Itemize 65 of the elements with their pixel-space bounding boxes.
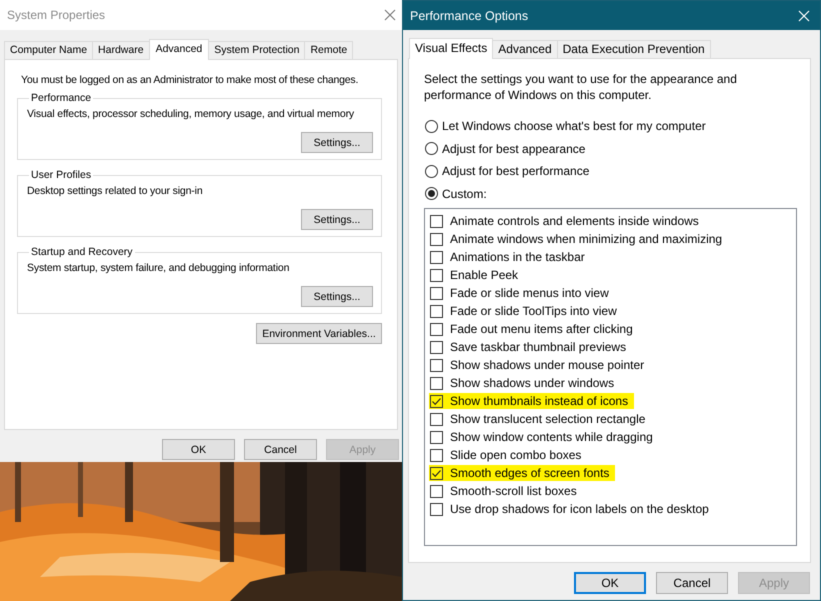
checkbox[interactable] (430, 286, 443, 300)
dialog-button[interactable]: OK (162, 439, 235, 460)
window-title: Performance Options (410, 8, 528, 22)
radio-button[interactable] (425, 142, 438, 156)
tab[interactable]: Remote (304, 41, 354, 59)
checkbox[interactable] (430, 304, 443, 318)
settings-button[interactable]: Settings... (301, 209, 373, 230)
effect-label: Show shadows under mouse pointer (450, 358, 644, 372)
close-icon[interactable] (384, 9, 396, 21)
description-text: Select the settings you want to use for the appearance and performance of Windows on this computer. (424, 71, 738, 104)
effect-label: Show translucent selection rectangle (450, 412, 646, 426)
radio-label: Adjust for best performance (442, 164, 590, 178)
checkbox[interactable] (430, 430, 443, 444)
tab[interactable]: Advanced (148, 39, 210, 60)
checkbox[interactable] (430, 412, 443, 426)
checkbox[interactable] (430, 484, 443, 498)
checkbox[interactable] (430, 268, 443, 282)
effect-label: Fade or slide ToolTips into view (450, 304, 617, 318)
radio-label: Custom: (442, 186, 487, 201)
group-title: User Profiles (30, 169, 92, 181)
checkbox[interactable] (430, 214, 443, 228)
effect-label: Save taskbar thumbnail previews (450, 340, 626, 354)
settings-button[interactable]: Settings... (301, 132, 373, 153)
checkbox[interactable] (430, 232, 443, 246)
group-description: Visual effects, processor scheduling, memory usage, and virtual memory (27, 108, 356, 122)
checkbox[interactable] (430, 376, 443, 390)
checkbox[interactable] (430, 322, 443, 336)
group-title: Startup and Recovery (30, 246, 134, 258)
admin-note: You must be logged on as an Administrator to make most of these changes. (20, 74, 360, 88)
effect-label: Fade or slide menus into view (450, 286, 609, 300)
dialog-button[interactable]: Cancel (244, 439, 317, 460)
group-title: Performance (30, 92, 92, 104)
checkbox[interactable] (430, 358, 443, 372)
radio-label: Adjust for best appearance (442, 142, 586, 156)
checkbox[interactable] (430, 502, 443, 516)
effect-label: Animations in the taskbar (450, 250, 585, 264)
effect-label: Show window contents while dragging (450, 430, 653, 444)
radio-button[interactable] (425, 187, 438, 200)
effect-label: Enable Peek (450, 268, 518, 282)
checkbox[interactable] (430, 448, 443, 462)
effect-label: Animate controls and elements inside windows (450, 214, 699, 228)
tab[interactable]: Computer Name (4, 41, 94, 59)
tab[interactable]: Visual Effects (409, 38, 494, 59)
group-description: System startup, system failure, and debugging information (27, 262, 290, 276)
radio-button[interactable] (425, 164, 438, 178)
window-title: System Properties (7, 8, 106, 22)
group-description: Desktop settings related to your sign-in (27, 185, 204, 199)
environment-variables-button[interactable]: Environment Variables... (256, 323, 382, 344)
settings-button[interactable]: Settings... (301, 286, 373, 307)
effect-label: Fade out menu items after clicking (450, 322, 633, 336)
dialog-button[interactable]: Cancel (656, 572, 728, 594)
checkbox[interactable] (430, 394, 443, 408)
effect-label: Show thumbnails instead of icons (450, 394, 628, 408)
effect-label: Smooth edges of screen fonts (450, 466, 610, 480)
effect-label: Smooth-scroll list boxes (450, 484, 577, 498)
checkbox[interactable] (430, 466, 443, 480)
radio-button[interactable] (425, 120, 438, 133)
radio-label: Let Windows choose what's best for my computer (442, 119, 706, 134)
effect-label: Animate windows when minimizing and maximizing (450, 232, 722, 246)
effect-label: Use drop shadows for icon labels on the desktop (450, 502, 709, 516)
checkbox[interactable] (430, 340, 443, 354)
dialog-button[interactable]: OK (574, 572, 646, 594)
effect-label: Show shadows under windows (450, 376, 614, 390)
checkbox[interactable] (430, 250, 443, 264)
effect-label: Slide open combo boxes (450, 448, 582, 462)
